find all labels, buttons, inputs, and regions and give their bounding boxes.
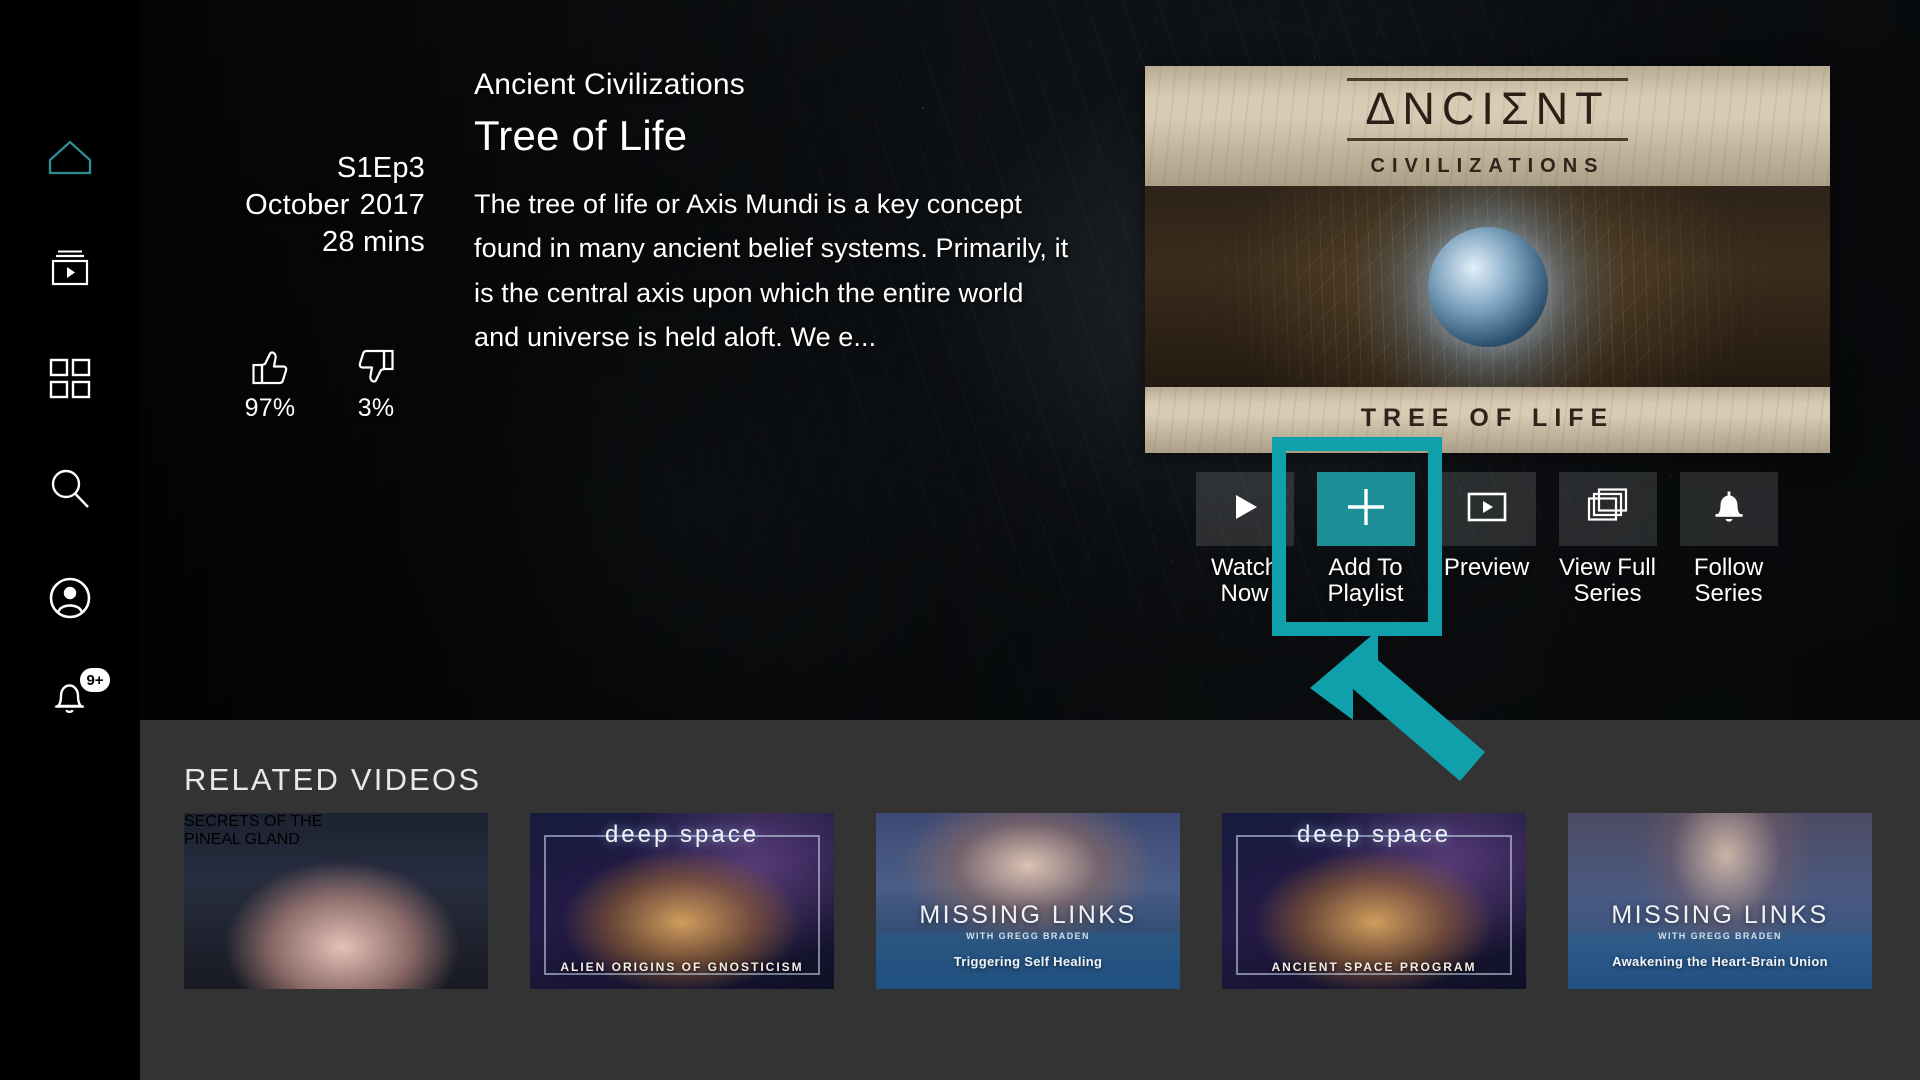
thumbnail-art: MISSING LINKS WITH GREGG BRADEN Triggeri…	[876, 813, 1180, 989]
account-circle-icon	[48, 576, 92, 620]
view-full-series-tile	[1558, 472, 1657, 546]
poster-top-band: ΔNCIΣNT CIVILIZATIONS	[1145, 66, 1830, 186]
thumbs-up-icon	[239, 346, 301, 388]
watch-now-label-line2: Now	[1220, 579, 1269, 607]
thumbnail-art: MISSING LINKS WITH GREGG BRADEN Awakenin…	[1568, 813, 1872, 989]
thumb-brand: deep space	[1296, 821, 1452, 848]
thumb-title-line2: PINEAL GLAND	[184, 831, 300, 848]
add-to-playlist-tile	[1316, 472, 1415, 546]
thumb-subtitle: Awakening the Heart-Brain Union	[1612, 954, 1828, 969]
thumb-brand: MISSING LINKS	[919, 901, 1137, 929]
watch-now-label: Watch Now	[1211, 555, 1278, 607]
add-to-playlist-label-line2: Playlist	[1327, 579, 1404, 607]
preview-video-icon	[1465, 490, 1509, 529]
preview-label-line1: Preview	[1443, 554, 1530, 581]
thumbs-up-rating[interactable]: 97%	[239, 346, 301, 423]
follow-series-label: Follow Series	[1694, 555, 1763, 607]
preview-label: Preview	[1444, 555, 1529, 581]
follow-series-tile	[1679, 472, 1778, 546]
thumb-subtitle: ANCIENT SPACE PROGRAM	[1271, 960, 1477, 974]
watch-now-tile	[1195, 472, 1294, 546]
play-icon	[1225, 487, 1265, 532]
related-videos-section: RELATED VIDEOS SECRETS OF THE PINEAL GLA…	[140, 720, 1920, 1080]
thumb-title-line1: SECRETS OF THE	[184, 813, 323, 830]
related-video-thumb[interactable]: deep space ALIEN ORIGINS OF GNOSTICISM	[530, 813, 834, 989]
thumbnail-frame	[1236, 835, 1512, 975]
episode-number: S1Ep3	[336, 152, 425, 184]
bell-icon	[1710, 487, 1748, 532]
watch-now-label-line1: Watch	[1210, 554, 1279, 581]
thumb-credit: WITH GREGG BRADEN	[966, 931, 1090, 941]
episode-duration: 28 mins	[322, 226, 425, 259]
poster-title-ancient: ΔNCIΣNT	[1347, 78, 1628, 142]
poster-globe-graphic	[1427, 226, 1548, 347]
notification-badge: 9+	[80, 668, 110, 692]
thumbs-down-icon	[345, 346, 407, 388]
thumbnail-art: deep space ANCIENT SPACE PROGRAM	[1222, 813, 1526, 989]
related-video-thumb[interactable]: MISSING LINKS WITH GREGG BRADEN Awakenin…	[1568, 813, 1872, 989]
thumb-subtitle: ALIEN ORIGINS OF GNOSTICISM	[560, 960, 804, 974]
sidebar-item-home[interactable]	[0, 110, 140, 202]
follow-series-label-line2: Series	[1694, 579, 1763, 607]
view-full-series-label: View Full Series	[1559, 555, 1656, 607]
series-name: Ancient Civilizations	[474, 68, 745, 101]
thumb-brand: deep space	[604, 821, 760, 848]
add-to-playlist-label: Add To Playlist	[1327, 555, 1403, 607]
add-to-playlist-button[interactable]: Add To Playlist	[1306, 472, 1425, 607]
poster-episode-title: TREE OF LIFE	[1360, 404, 1615, 432]
thumbnail-frame	[544, 835, 820, 975]
sidebar-item-browse[interactable]	[0, 333, 140, 425]
thumbnail-art: deep space ALIEN ORIGINS OF GNOSTICISM	[530, 813, 834, 989]
preview-tile	[1437, 472, 1536, 546]
thumb-brand: MISSING LINKS	[1611, 901, 1829, 929]
thumbnail-text: SECRETS OF THE PINEAL GLAND	[184, 813, 488, 989]
episode-meta: S1Ep3 October 2017 28 mins	[150, 150, 425, 261]
preview-button[interactable]: Preview	[1427, 472, 1546, 607]
related-videos-title: RELATED VIDEOS	[184, 762, 482, 797]
home-icon	[47, 136, 93, 176]
related-video-thumb[interactable]: MISSING LINKS WITH GREGG BRADEN Triggeri…	[876, 813, 1180, 989]
sidebar-item-search[interactable]	[0, 443, 140, 535]
release-month: October	[245, 189, 350, 222]
poster-artwork	[1145, 186, 1830, 387]
poster-bottom-band: TREE OF LIFE	[1145, 387, 1830, 453]
follow-series-button[interactable]: Follow Series	[1669, 472, 1788, 607]
episode-title: Tree of Life	[474, 112, 688, 159]
poster-title-civilizations: CIVILIZATIONS	[1370, 155, 1605, 178]
view-full-series-label-line1: View Full	[1559, 554, 1656, 581]
stacked-cards-icon	[1585, 487, 1631, 532]
related-video-thumb[interactable]: SECRETS OF THE PINEAL GLAND	[184, 813, 488, 989]
sidebar-item-notifications[interactable]: 9+	[0, 652, 140, 744]
action-buttons: Watch Now Add To Playlist Preview View F…	[1185, 472, 1788, 607]
watch-now-button[interactable]: Watch Now	[1185, 472, 1304, 607]
sidebar-item-library[interactable]	[0, 222, 140, 314]
thumb-subtitle: Triggering Self Healing	[953, 954, 1103, 969]
plus-icon	[1343, 484, 1389, 535]
sidebar-item-account[interactable]	[0, 552, 140, 644]
sidebar-nav: 9+	[0, 0, 140, 1080]
poster-title-block: ΔNCIΣNT CIVILIZATIONS	[1145, 78, 1830, 178]
video-library-icon	[47, 247, 93, 289]
view-full-series-label-line2: Series	[1573, 579, 1642, 607]
view-full-series-button[interactable]: View Full Series	[1548, 472, 1667, 607]
episode-description: The tree of life or Axis Mundi is a key …	[474, 189, 1069, 352]
episode-info: Ancient Civilizations Tree of Life The t…	[474, 68, 1114, 359]
grid-apps-icon	[48, 357, 92, 401]
thumb-credit: WITH GREGG BRADEN	[1658, 931, 1782, 941]
thumbs-down-percent: 3%	[357, 394, 395, 422]
thumbs-up-percent: 97%	[244, 394, 296, 422]
release-year: 2017	[359, 189, 425, 222]
related-video-thumb[interactable]: deep space ANCIENT SPACE PROGRAM	[1222, 813, 1526, 989]
series-poster[interactable]: ΔNCIΣNT CIVILIZATIONS TREE OF LIFE	[1145, 66, 1830, 453]
thumbs-down-rating[interactable]: 3%	[345, 346, 407, 423]
app-root: 9+ S1Ep3 October 2017 28 mins 97% 3% Anc…	[0, 0, 1920, 1080]
follow-series-label-line1: Follow	[1693, 554, 1764, 581]
related-videos-row: SECRETS OF THE PINEAL GLAND deep space A…	[184, 813, 1872, 989]
release-date: October 2017	[150, 187, 425, 224]
search-icon	[47, 466, 93, 512]
ratings-group: 97% 3%	[150, 346, 425, 423]
add-to-playlist-label-line1: Add To	[1328, 554, 1403, 581]
